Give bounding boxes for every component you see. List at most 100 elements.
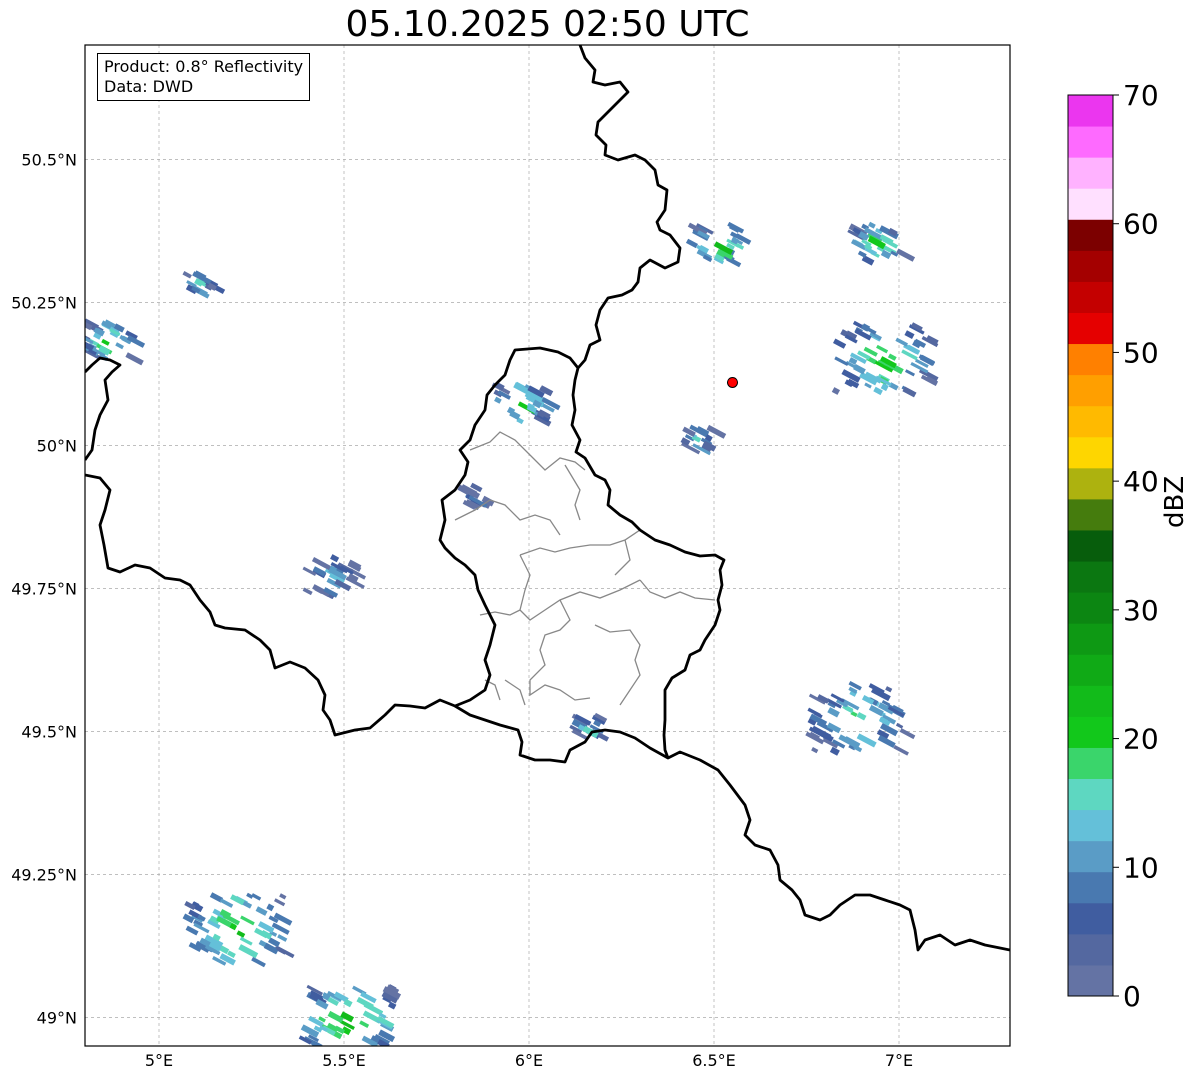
colorbar-segment — [1068, 436, 1113, 469]
lat-tick-label: 49.5°N — [21, 722, 77, 741]
radar-echo-cell — [274, 898, 286, 907]
colorbar-segment — [1068, 654, 1113, 686]
colorbar-tick-label: 0 — [1123, 980, 1141, 1013]
radar-echo-cell — [893, 745, 909, 756]
radar-echoes — [85, 221, 939, 1057]
radar-echo-cell — [101, 338, 110, 346]
longitude-labels: 5°E 5.5°E 6°E 6.5°E 7°E — [145, 1051, 913, 1070]
radar-echo-cell — [266, 903, 275, 912]
radar-echo-cell — [856, 711, 867, 721]
colorbar-segment — [1068, 529, 1113, 562]
colorbar-segment — [1068, 250, 1113, 282]
colorbar-segment — [1068, 778, 1113, 811]
radar-echo-cell — [246, 892, 254, 899]
colorbar-segment — [1068, 498, 1113, 531]
lat-tick-label: 50.5°N — [21, 150, 77, 169]
radar-echo-cell — [899, 728, 916, 740]
radar-echo-cell — [811, 747, 819, 754]
radar-echo-cell — [876, 344, 889, 354]
lat-tick-label: 49°N — [37, 1008, 77, 1027]
radar-echo-cell — [219, 898, 234, 908]
colorbar-segment — [1068, 561, 1113, 593]
product-label: Product: 0.8° Reflectivity — [104, 57, 304, 76]
radar-echo-cell — [831, 387, 841, 395]
colorbar-segment — [1068, 281, 1113, 313]
colorbar-tick-label: 60 — [1123, 208, 1159, 241]
radar-echo-cell — [904, 330, 915, 339]
radar-echo-cell — [494, 396, 502, 404]
colorbar-segment — [1068, 219, 1113, 251]
radar-echo-cell — [856, 733, 877, 748]
radar-echo-cell — [238, 944, 259, 959]
radar-echo-cell — [276, 945, 295, 959]
lat-tick-label: 49.75°N — [11, 579, 77, 598]
colorbar-segment — [1068, 964, 1113, 997]
colorbar-segment — [1068, 188, 1113, 220]
colorbar-segment — [1068, 343, 1113, 376]
map-title: 05.10.2025 02:50 UTC — [345, 4, 750, 45]
colorbar-unit-label: dBZ — [1160, 475, 1190, 528]
radar-echo-cell — [279, 893, 287, 900]
radar-echo-cell — [307, 1049, 316, 1057]
colorbar-tick-label: 70 — [1123, 79, 1159, 112]
colorbar-tick-label: 20 — [1123, 723, 1159, 756]
radar-echo-cell — [864, 382, 872, 389]
radar-echo-cell — [827, 707, 840, 718]
colorbar-segment — [1068, 95, 1113, 127]
colorbar-segment — [1068, 592, 1113, 624]
radar-echo-cell — [834, 356, 849, 367]
radar-echo-cell — [902, 386, 917, 398]
radar-echo-cell — [885, 686, 893, 693]
radar-echo-cell — [370, 1050, 379, 1057]
radar-echo-cell — [861, 695, 875, 705]
colorbar-segment — [1068, 157, 1113, 189]
radar-echo-cell — [853, 364, 866, 375]
colorbar-segment — [1068, 747, 1113, 780]
radar-site-marker — [727, 376, 738, 388]
radar-echo-cell — [832, 338, 847, 349]
colorbar-segment — [1068, 374, 1113, 407]
radar-map: 49°N 49.25°N 49.5°N 49.75°N 50°N 50.25°N 50.5°… — [11, 44, 1159, 1070]
lat-tick-label: 49.25°N — [11, 865, 77, 884]
lon-tick-label: 5.5°E — [322, 1051, 366, 1070]
canton-boundaries — [454, 431, 716, 706]
lon-tick-label: 5°E — [145, 1051, 173, 1070]
radar-echo-cell — [236, 930, 246, 938]
radar-echo-cell — [904, 369, 916, 377]
colorbar-segment — [1068, 623, 1113, 655]
radar-echo-cell — [868, 221, 876, 229]
radar-echo-cell — [251, 893, 262, 901]
colorbar-segment — [1068, 871, 1113, 904]
colorbar-segment — [1068, 933, 1113, 966]
radar-echo-cell — [230, 894, 245, 906]
radar-echo-cell — [240, 915, 255, 926]
colorbar-segment — [1068, 126, 1113, 158]
colorbar-tick-label: 30 — [1123, 594, 1159, 627]
colorbar-tick-label: 10 — [1123, 851, 1159, 884]
radar-echo-cell — [829, 746, 840, 756]
radar-echo-cell — [895, 722, 904, 729]
lon-tick-label: 6°E — [515, 1051, 543, 1070]
lon-tick-label: 6.5°E — [692, 1051, 736, 1070]
product-info-box: Product: 0.8° Reflectivity Data: DWD — [97, 53, 311, 101]
radar-echo-cell — [330, 554, 340, 563]
colorbar-segment — [1068, 467, 1113, 500]
colorbar-segment — [1068, 685, 1113, 717]
radar-echo-cell — [857, 250, 867, 258]
colorbar-segment — [1068, 840, 1113, 873]
radar-echo-cell — [125, 352, 144, 366]
data-source-label: Data: DWD — [104, 77, 194, 96]
radar-echo-cell — [277, 934, 288, 942]
radar-echo-cell — [359, 1020, 370, 1028]
radar-echo-cell — [251, 956, 266, 968]
colorbar-segment — [1068, 312, 1113, 345]
lat-tick-label: 50.25°N — [11, 293, 77, 312]
radar-echo-cell — [685, 238, 699, 249]
latitude-labels: 49°N 49.25°N 49.5°N 49.75°N 50°N 50.25°N 50.5°… — [11, 150, 77, 1027]
country-borders — [85, 45, 1010, 952]
radar-echo-cell — [115, 342, 124, 350]
radar-echo-cell — [239, 936, 253, 946]
radar-echo-cell — [182, 271, 192, 279]
radar-echo-cell — [887, 353, 897, 361]
colorbar: 0 10 20 30 40 50 60 70 — [1067, 79, 1159, 1013]
